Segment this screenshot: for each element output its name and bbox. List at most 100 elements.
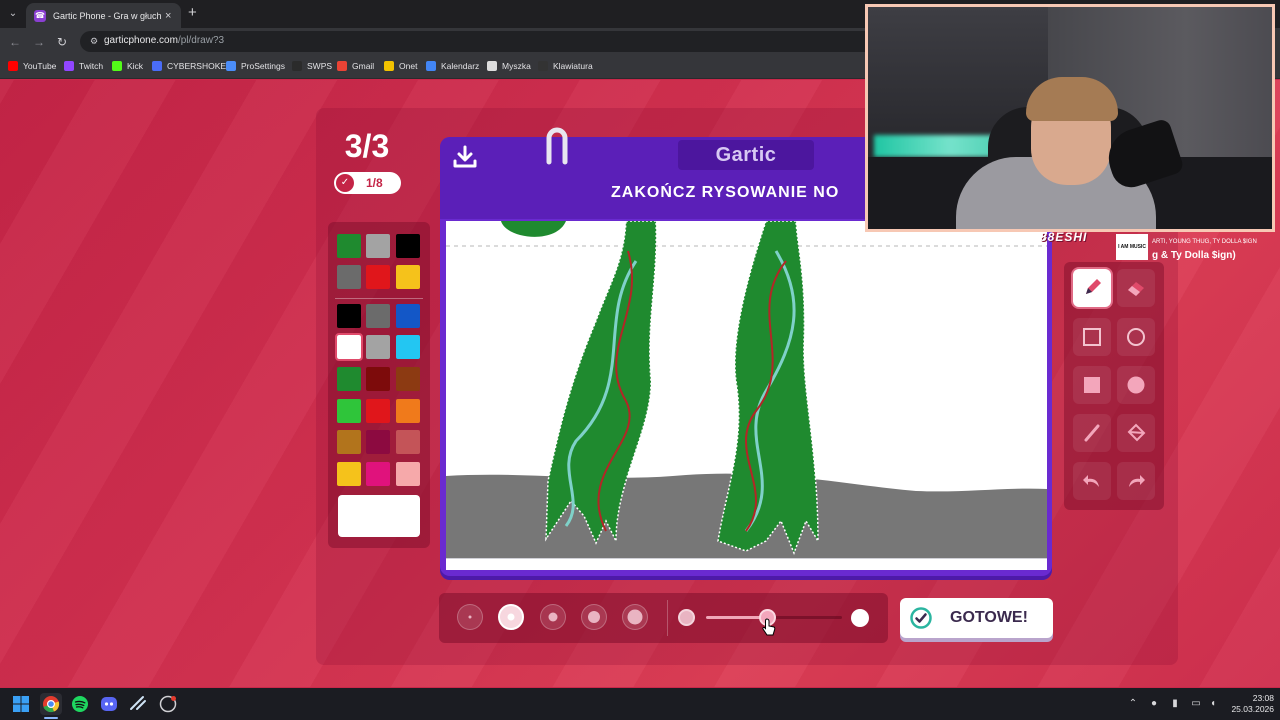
undo-icon (1083, 475, 1099, 487)
chrome-icon[interactable] (40, 693, 62, 715)
bookmark-youtube[interactable]: YouTube (8, 61, 56, 71)
color-swatch[interactable] (366, 399, 390, 423)
taskbar-clock[interactable]: 23:08 25.03.2026 (1222, 693, 1274, 715)
tab-search-icon[interactable]: ⌄ (4, 5, 22, 23)
color-swatch[interactable] (366, 265, 390, 289)
bookmark-kick[interactable]: Kick (112, 61, 143, 71)
color-swatch[interactable] (396, 367, 420, 391)
windows-start-icon[interactable] (10, 693, 32, 715)
clock-date: 25.03.2026 (1231, 704, 1274, 714)
kick-icon (112, 61, 122, 71)
obs-icon[interactable] (157, 693, 179, 715)
fill-tool[interactable] (1117, 414, 1155, 452)
ellipse-tool[interactable] (1117, 318, 1155, 356)
download-icon[interactable] (452, 145, 478, 169)
spotify-icon[interactable] (69, 693, 91, 715)
filled-rectangle-tool[interactable] (1073, 366, 1111, 404)
tab-close-icon[interactable]: × (165, 10, 171, 22)
bookmark-kalendarz[interactable]: Kalendarz (426, 61, 479, 71)
microphone-icon[interactable]: ▮ (1168, 697, 1182, 711)
line-tool[interactable] (1073, 414, 1111, 452)
canvas-bottom-edge (446, 558, 1047, 570)
color-swatch[interactable] (337, 265, 361, 289)
gartic-favicon-icon: ☎ (34, 9, 46, 22)
drawing-svg (446, 220, 1047, 559)
drawing-top-blob (501, 221, 566, 237)
color-swatch[interactable] (396, 234, 420, 258)
done-button[interactable]: GOTOWE! (900, 598, 1053, 638)
color-swatch[interactable] (396, 265, 420, 289)
circle-filled-icon (1127, 376, 1145, 394)
cybershoke-icon (152, 61, 162, 71)
bookmark-cybershoke[interactable]: CYBERSHOKE (152, 61, 226, 71)
circle-outline-icon (1127, 328, 1145, 346)
browser-tab[interactable]: ☎ Gartic Phone - Gra w głuchy te × (26, 3, 181, 28)
bookmark-swps[interactable]: SWPS (292, 61, 332, 71)
brush-size-dot (507, 613, 515, 621)
rectangle-tool[interactable] (1073, 318, 1111, 356)
color-swatch[interactable] (396, 430, 420, 454)
bookmark-myszka[interactable]: Myszka (487, 61, 531, 71)
color-swatch[interactable] (366, 234, 390, 258)
color-swatch[interactable] (366, 304, 390, 328)
swps-icon (292, 61, 302, 71)
bookmark-onet[interactable]: Onet (384, 61, 417, 71)
color-swatch[interactable] (337, 367, 361, 391)
bookmark-klawiatura[interactable]: Klawiatura (538, 61, 593, 71)
song-artists: ARTI, YOUNG THUG, TY DOLLA $IGN (1152, 239, 1257, 245)
site-info-icon[interactable]: ⚙ (88, 35, 100, 47)
tray-app-icon[interactable]: ● (1147, 697, 1161, 711)
color-swatch[interactable] (366, 462, 390, 486)
brush-size-3[interactable] (540, 604, 566, 630)
brush-size-4[interactable] (581, 604, 607, 630)
color-swatch[interactable] (366, 335, 390, 359)
new-tab-button[interactable]: + (188, 4, 197, 21)
drawing-canvas[interactable] (446, 220, 1047, 559)
tray-expand-icon[interactable]: ⌃ (1126, 697, 1140, 711)
color-swatch[interactable] (337, 234, 361, 258)
webcam-overlay (865, 4, 1275, 232)
undo-tool[interactable] (1073, 462, 1111, 500)
discord-icon[interactable] (98, 693, 120, 715)
brush-size-1[interactable] (457, 604, 483, 630)
album-cover: I AM MUSIC (1116, 234, 1148, 260)
tab-title: Gartic Phone - Gra w głuchy te (53, 10, 161, 21)
color-swatch[interactable] (337, 462, 361, 486)
redo-tool[interactable] (1117, 462, 1155, 500)
bookmark-prosettings[interactable]: ProSettings (226, 61, 285, 71)
selected-color-preview[interactable] (338, 495, 420, 537)
color-swatch[interactable] (337, 430, 361, 454)
color-swatch[interactable] (335, 333, 363, 361)
network-icon[interactable]: ▭ (1189, 697, 1203, 711)
song-title: g & Ty Dolla $ign) (1152, 250, 1236, 261)
bookmark-label: Twitch (79, 61, 104, 71)
bookmark-twitch[interactable]: Twitch (64, 61, 103, 71)
url-text: garticphone.com/pl/draw?3 (104, 35, 224, 46)
color-swatch[interactable] (366, 430, 390, 454)
players-done-count: 1/8 (366, 176, 383, 190)
color-swatch[interactable] (396, 335, 420, 359)
pen-tool[interactable] (1073, 269, 1111, 307)
youtube-icon (8, 61, 18, 71)
color-swatch[interactable] (396, 304, 420, 328)
bookmark-label: Klawiatura (553, 61, 593, 71)
brush-size-2[interactable] (498, 604, 524, 630)
color-swatch[interactable] (366, 367, 390, 391)
done-button-label: GOTOWE! (950, 609, 1028, 626)
volume-icon[interactable]: ◖ (1206, 697, 1220, 711)
color-swatch[interactable] (396, 399, 420, 423)
bookmark-gmail[interactable]: Gmail (337, 61, 374, 71)
back-icon[interactable]: ← (6, 33, 24, 51)
round-counter: 3/3 (344, 128, 390, 164)
filled-ellipse-tool[interactable] (1117, 366, 1155, 404)
color-swatch[interactable] (337, 304, 361, 328)
steam-icon[interactable] (127, 693, 149, 715)
eraser-tool[interactable] (1117, 269, 1155, 307)
forward-icon[interactable]: → (30, 33, 48, 51)
reload-icon[interactable]: ↻ (53, 33, 71, 51)
bucket-icon (1127, 423, 1146, 442)
color-swatch[interactable] (396, 462, 420, 486)
brush-size-5[interactable] (622, 604, 648, 630)
color-swatch[interactable] (337, 399, 361, 423)
address-bar[interactable]: ⚙ garticphone.com/pl/draw?3 (80, 31, 880, 52)
